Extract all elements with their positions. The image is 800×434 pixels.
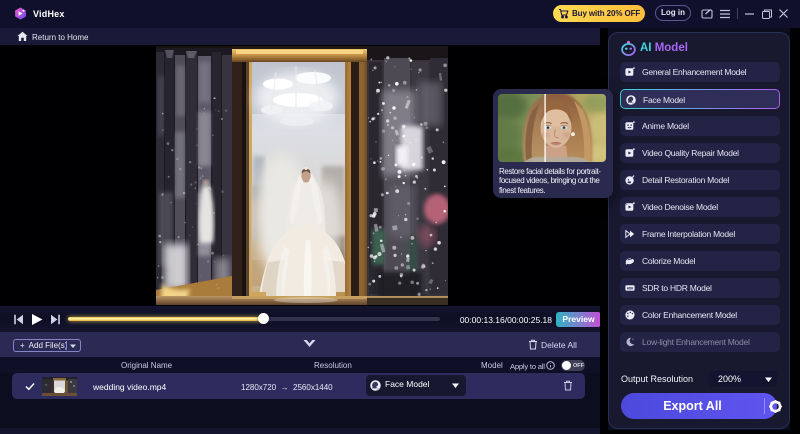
svg-text:HDR: HDR [627,287,634,291]
